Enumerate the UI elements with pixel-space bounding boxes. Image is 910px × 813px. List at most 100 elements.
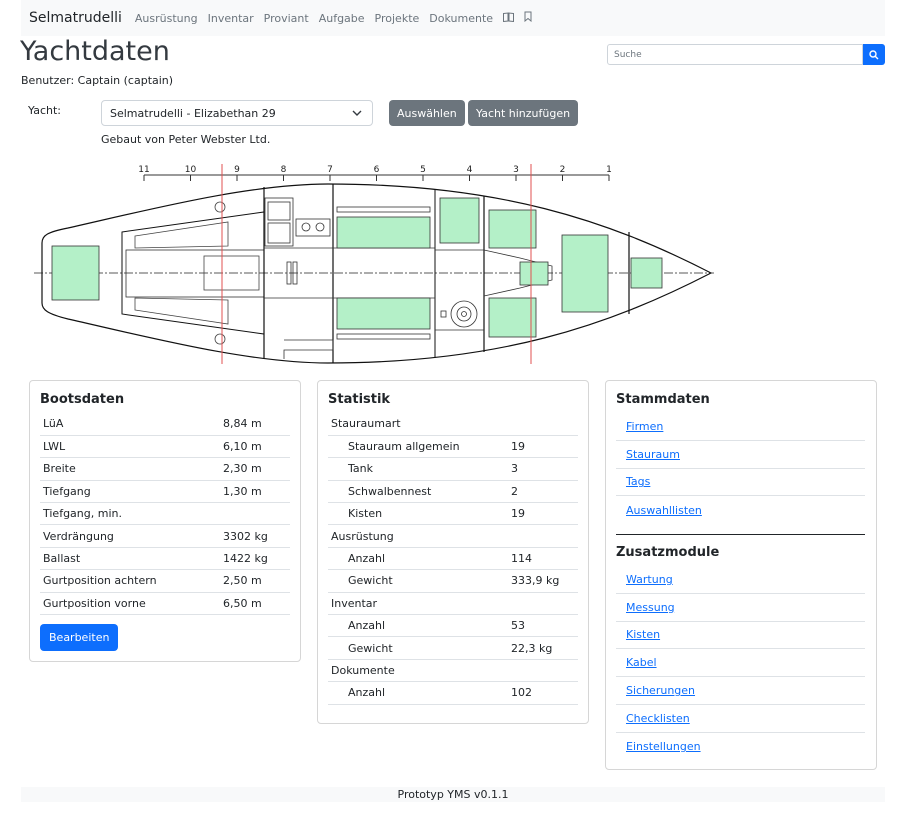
list-item: Sicherungen	[616, 677, 865, 705]
link-tags[interactable]: Tags	[626, 475, 650, 488]
row-value	[508, 659, 578, 683]
ruler-label: 5	[420, 165, 426, 175]
list-item: Kisten	[616, 622, 865, 650]
storage-area[interactable]	[488, 209, 537, 249]
row-value: 1,30 m	[220, 480, 290, 504]
link-firmen[interactable]: Firmen	[626, 420, 663, 433]
row-label: Ballast	[40, 547, 220, 571]
storage-area[interactable]	[336, 216, 431, 249]
bookmark-icon[interactable]	[524, 11, 532, 25]
storage-area[interactable]	[561, 234, 609, 313]
ruler-label: 8	[281, 165, 287, 175]
list-item: Firmen	[616, 413, 865, 441]
row-label: Gewicht	[328, 636, 508, 660]
row-value	[508, 413, 578, 436]
link-kisten[interactable]: Kisten	[626, 628, 660, 641]
table-row: Stauraum allgemein 19	[328, 435, 578, 459]
builder-info: Gebaut von Peter Webster Ltd.	[101, 133, 271, 146]
row-label: Breite	[40, 457, 220, 481]
storage-area[interactable]	[519, 261, 549, 286]
link-messung[interactable]: Messung	[626, 601, 675, 614]
row-label: Tank	[328, 457, 508, 481]
list-item: Tags	[616, 469, 865, 497]
row-value: 2,50 m	[220, 569, 290, 593]
row-value: 19	[508, 435, 578, 459]
search-button[interactable]	[863, 44, 885, 65]
storage-area[interactable]	[488, 297, 537, 338]
ruler-label: 9	[234, 165, 240, 175]
list-item: Stauraum	[616, 441, 865, 469]
nav-link-proviant[interactable]: Proviant	[264, 12, 309, 25]
row-label: Tiefgang, min.	[40, 502, 220, 526]
search-bar	[607, 44, 885, 65]
nav-link-inventar[interactable]: Inventar	[208, 12, 254, 25]
row-value: 53	[508, 614, 578, 638]
page-title: Yachtdaten	[20, 36, 170, 67]
ruler-label: 3	[513, 165, 519, 175]
row-value: 3	[508, 457, 578, 481]
table-row: Kisten 19	[328, 502, 578, 526]
link-einstellungen[interactable]: Einstellungen	[626, 740, 701, 753]
table-row: Verdrängung 3302 kg	[40, 524, 290, 548]
deck-plan: 11 10 9 8 7 6 5 4 3 2 1	[34, 164, 714, 364]
row-value: 8,84 m	[220, 413, 290, 436]
nav-link-dokumente[interactable]: Dokumente	[429, 12, 493, 25]
master-data-card: Stammdaten Firmen Stauraum Tags Auswahll…	[605, 380, 877, 770]
statistics-card: Statistik Stauraumart Stauraum allgemein 1…	[317, 380, 589, 724]
row-label: Stauraum allgemein	[328, 435, 508, 459]
nav-link-ausruestung[interactable]: Ausrüstung	[135, 12, 198, 25]
storage-area[interactable]	[439, 197, 480, 244]
add-yacht-button[interactable]: Yacht hinzufügen	[468, 100, 579, 126]
search-input[interactable]	[607, 44, 863, 65]
row-label: Verdrängung	[40, 524, 220, 548]
ruler: 11 10 9 8 7 6 5 4 3 2 1	[138, 165, 612, 181]
table-row: Anzahl 53	[328, 614, 578, 638]
list-item: Einstellungen	[616, 733, 865, 761]
table-row: Ballast 1422 kg	[40, 547, 290, 571]
table-row: LWL 6,10 m	[40, 435, 290, 459]
row-label: Gurtposition achtern	[40, 569, 220, 593]
nav-link-aufgabe[interactable]: Aufgabe	[319, 12, 365, 25]
row-label: Schwalbennest	[328, 480, 508, 504]
row-value	[508, 524, 578, 548]
table-row: Stauraumart	[328, 413, 578, 436]
boat-data-table: LüA 8,84 m LWL 6,10 m Breite 2,30 m Tiefgang 1,…	[40, 413, 290, 616]
row-label: Anzahl	[328, 547, 508, 571]
link-stauraum[interactable]: Stauraum	[626, 448, 680, 461]
row-value	[220, 502, 290, 526]
row-label: Inventar	[328, 592, 508, 616]
table-row: Anzahl 114	[328, 547, 578, 571]
row-label: Gurtposition vorne	[40, 592, 220, 616]
ruler-label: 1	[606, 165, 612, 175]
table-row: Dokumente	[328, 659, 578, 683]
navbar-brand[interactable]: Selmatrudelli	[29, 10, 122, 26]
yacht-label: Yacht:	[28, 104, 61, 117]
table-row: Inventar	[328, 592, 578, 616]
storage-area[interactable]	[51, 245, 100, 301]
list-item: Checklisten	[616, 705, 865, 733]
link-auswahllisten[interactable]: Auswahllisten	[626, 504, 702, 517]
yacht-select[interactable]: Selmatrudelli - Elizabethan 29	[101, 100, 373, 126]
row-label: Dokumente	[328, 659, 508, 683]
storage-area[interactable]	[336, 297, 431, 330]
select-yacht-button[interactable]: Auswählen	[389, 100, 465, 126]
table-row: Schwalbennest 2	[328, 480, 578, 504]
hull-outline	[41, 183, 713, 364]
modules-title: Zusatzmodule	[616, 545, 720, 560]
top-navbar: Selmatrudelli Ausrüstung Inventar Provia…	[21, 0, 885, 36]
list-item: Messung	[616, 594, 865, 622]
link-checklisten[interactable]: Checklisten	[626, 712, 690, 725]
link-kabel[interactable]: Kabel	[626, 656, 657, 669]
row-value	[508, 592, 578, 616]
link-wartung[interactable]: Wartung	[626, 573, 673, 586]
nav-link-projekte[interactable]: Projekte	[375, 12, 420, 25]
table-row: Breite 2,30 m	[40, 457, 290, 481]
link-sicherungen[interactable]: Sicherungen	[626, 684, 695, 697]
ruler-label: 2	[560, 165, 566, 175]
storage-areas	[51, 197, 663, 338]
book-icon[interactable]	[503, 11, 515, 25]
table-row: LüA 8,84 m	[40, 413, 290, 436]
edit-button[interactable]: Bearbeiten	[40, 624, 119, 651]
storage-area[interactable]	[630, 257, 663, 289]
table-row: Tiefgang, min.	[40, 502, 290, 526]
